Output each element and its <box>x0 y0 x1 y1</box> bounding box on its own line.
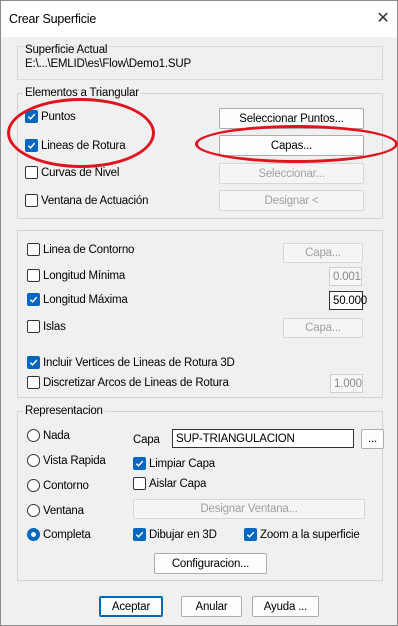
superficie-path: E:\...\EMLID\es\Flow\Demo1.SUP <box>25 58 191 70</box>
discretizar-arcos-checkbox[interactable]: Discretizar Arcos de Lineas de Rotura <box>27 376 229 389</box>
islas-checkbox[interactable]: Islas <box>27 320 66 333</box>
radio-ventana[interactable]: Ventana <box>27 504 84 517</box>
curvas-nivel-checkbox[interactable]: Curvas de Nivel <box>25 166 119 179</box>
dibujar-3d-label: Dibujar en 3D <box>149 528 217 541</box>
representacion-label: Representacion <box>23 405 105 418</box>
capa-input[interactable]: SUP-TRIANGULACION <box>172 429 354 448</box>
radio-nada[interactable]: Nada <box>27 429 70 442</box>
islas-label: Islas <box>43 320 66 333</box>
dibujar-3d-checkbox[interactable]: Dibujar en 3D <box>133 528 217 541</box>
radio-vista-label: Vista Rapida <box>43 454 106 467</box>
close-icon[interactable]: ✕ <box>369 1 397 37</box>
longitud-maxima-field[interactable]: 50.000 <box>329 291 367 310</box>
discretizar-arcos-field[interactable]: 1.000 <box>330 374 363 393</box>
capa-label: Capa <box>133 434 160 446</box>
check-icon <box>133 457 146 470</box>
ventana-actuacion-checkbox[interactable]: Ventana de Actuación <box>25 194 148 207</box>
longitud-minima-checkbox[interactable]: Longitud Mínima <box>27 269 125 282</box>
radio-contorno-label: Contorno <box>43 479 89 492</box>
check-icon <box>25 139 38 152</box>
discretizar-arcos-label: Discretizar Arcos de Lineas de Rotura <box>43 376 229 389</box>
puntos-checkbox[interactable]: Puntos <box>25 110 76 123</box>
longitud-minima-field[interactable]: 0.001 <box>329 267 362 286</box>
anular-button[interactable]: Anular <box>181 596 242 617</box>
radio-nada-label: Nada <box>43 429 70 442</box>
linea-contorno-label: Linea de Contorno <box>43 243 135 256</box>
zoom-superficie-checkbox[interactable]: Zoom a la superficie <box>244 528 360 541</box>
capa-browse-button[interactable]: ... <box>361 429 384 449</box>
dialog-window: Crear Superficie ✕ Superficie Actual E:\… <box>0 0 398 626</box>
limpiar-capa-label: Limpiar Capa <box>149 457 215 470</box>
elementos-label: Elementos a Triangular <box>23 87 141 100</box>
title-bar: Crear Superficie ✕ <box>1 1 397 37</box>
superficie-label: Superficie Actual <box>25 44 108 56</box>
seleccionar-curvas-button[interactable]: Seleccionar... <box>219 163 364 184</box>
configuracion-button[interactable]: Configuracion... <box>154 553 267 574</box>
longitud-maxima-checkbox[interactable]: Longitud Máxima <box>27 293 128 306</box>
check-icon <box>133 528 146 541</box>
radio-vista-rapida[interactable]: Vista Rapida <box>27 454 106 467</box>
capas-button[interactable]: Capas... <box>219 135 364 156</box>
check-icon <box>244 528 257 541</box>
radio-completa[interactable]: Completa <box>27 528 91 541</box>
zoom-superficie-label: Zoom a la superficie <box>260 528 360 541</box>
ventana-actuacion-label: Ventana de Actuación <box>41 194 149 207</box>
lineas-rotura-label: Lineas de Rotura <box>41 139 126 152</box>
lineas-rotura-checkbox[interactable]: Lineas de Rotura <box>25 139 126 152</box>
window-title: Crear Superficie <box>9 12 97 26</box>
linea-contorno-checkbox[interactable]: Linea de Contorno <box>27 243 134 256</box>
designar-button[interactable]: Designar < <box>219 190 364 211</box>
ayuda-button[interactable]: Ayuda ... <box>252 596 319 617</box>
limpiar-capa-checkbox[interactable]: Limpiar Capa <box>133 457 215 470</box>
contorno-capa-button[interactable]: Capa... <box>283 243 363 263</box>
check-icon <box>27 356 40 369</box>
seleccionar-puntos-button[interactable]: Seleccionar Puntos... <box>219 108 364 129</box>
aislar-capa-checkbox[interactable]: Aislar Capa <box>133 477 206 490</box>
longitud-maxima-label: Longitud Máxima <box>43 293 128 306</box>
designar-ventana-button[interactable]: Designar Ventana... <box>133 499 365 519</box>
check-icon <box>27 293 40 306</box>
puntos-label: Puntos <box>41 110 76 123</box>
radio-ventana-label: Ventana <box>43 504 84 517</box>
longitud-minima-label: Longitud Mínima <box>43 269 126 282</box>
incluir-vertices-checkbox[interactable]: Incluir Vertices de Lineas de Rotura 3D <box>27 356 235 369</box>
incluir-vertices-label: Incluir Vertices de Lineas de Rotura 3D <box>43 356 235 369</box>
radio-completa-label: Completa <box>43 528 91 541</box>
aislar-capa-label: Aislar Capa <box>149 477 207 490</box>
islas-capa-button[interactable]: Capa... <box>283 318 363 338</box>
check-icon <box>25 110 38 123</box>
radio-contorno[interactable]: Contorno <box>27 479 89 492</box>
curvas-nivel-label: Curvas de Nivel <box>41 166 120 179</box>
aceptar-button[interactable]: Aceptar <box>99 596 163 617</box>
